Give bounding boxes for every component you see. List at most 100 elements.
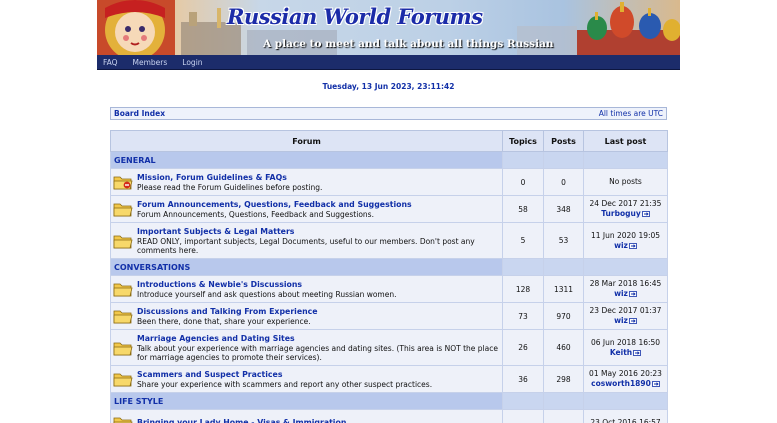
view-latest-post-icon[interactable] (641, 209, 650, 218)
posts-count: 460 (543, 329, 584, 366)
topics-count: 73 (502, 302, 544, 330)
forum-info: Introductions & Newbie's Discussions Int… (137, 280, 396, 299)
forum-title-link[interactable]: Introductions & Newbie's Discussions (137, 280, 396, 290)
forum-title-link[interactable]: Forum Announcements, Questions, Feedback… (137, 200, 412, 210)
topics-count: 36 (502, 365, 544, 393)
forum-table-body: GENERAL Mission, Forum Guidelines & FAQs… (110, 151, 668, 423)
forum-row: Scammers and Suspect Practices Share you… (110, 365, 668, 393)
nav-login-link[interactable]: Login (182, 58, 202, 67)
last-post-cell: 11 Jun 2020 19:05 wiz (583, 222, 668, 259)
category-name[interactable]: LIFE STYLE (110, 392, 503, 410)
category-name[interactable]: CONVERSATIONS (110, 258, 503, 276)
posts-count: 298 (543, 365, 584, 393)
top-navbar: FAQ Members Login (97, 55, 680, 70)
category-cell (583, 151, 668, 169)
last-post-user-link[interactable]: Keith (610, 348, 632, 357)
col-topics-header: Topics (502, 130, 544, 152)
topics-count: 5 (502, 222, 544, 259)
last-post-user-link[interactable]: wiz (614, 241, 628, 250)
last-post-date: 28 Mar 2018 16:45 (589, 279, 662, 288)
forum-cell: Bringing your Lady Home - Visas & Immigr… (110, 409, 503, 423)
last-post-cell: 24 Dec 2017 21:35 Turboguy (583, 195, 668, 223)
forum-info: Discussions and Talking From Experience … (137, 307, 318, 326)
posts-count: 970 (543, 302, 584, 330)
last-post-cell: 23 Dec 2017 01:37 wiz (583, 302, 668, 330)
view-latest-post-icon[interactable] (628, 289, 637, 298)
forum-title-link[interactable]: Discussions and Talking From Experience (137, 307, 318, 317)
view-latest-post-icon[interactable] (651, 379, 660, 388)
forum-title-link[interactable]: Scammers and Suspect Practices (137, 370, 432, 380)
last-post-user-link[interactable]: cosworth1890 (591, 379, 651, 388)
forum-info: Forum Announcements, Questions, Feedback… (137, 200, 412, 219)
category-cell (502, 151, 544, 169)
folder-icon (113, 415, 133, 423)
breadcrumb: Board Index All times are UTC (110, 107, 667, 120)
last-post-user-link[interactable]: Turboguy (601, 209, 640, 218)
last-post-date: 01 May 2016 20:23 (589, 369, 662, 378)
topics-count: 26 (502, 329, 544, 366)
nav-faq-link[interactable]: FAQ (103, 58, 118, 67)
view-latest-post-icon[interactable] (628, 241, 637, 250)
forum-row: Bringing your Lady Home - Visas & Immigr… (110, 409, 668, 423)
forum-cell: Forum Announcements, Questions, Feedback… (110, 195, 503, 223)
forum-table: Forum Topics Posts Last post GENERAL Mis… (110, 130, 668, 423)
site-banner[interactable]: Russian World Forums A place to meet and… (97, 0, 680, 55)
folder-locked-icon (113, 174, 133, 190)
folder-icon (113, 308, 133, 324)
category-row: LIFE STYLE (110, 392, 668, 410)
topics-count: 128 (502, 275, 544, 303)
forum-info: Bringing your Lady Home - Visas & Immigr… (137, 418, 346, 423)
forum-description: Talk about your experience with marriage… (137, 343, 498, 362)
site-title[interactable]: Russian World Forums (227, 4, 483, 29)
col-posts-header: Posts (543, 130, 584, 152)
forum-cell: Mission, Forum Guidelines & FAQs Please … (110, 168, 503, 196)
board-index-link[interactable]: Board Index (114, 109, 165, 118)
folder-icon (113, 201, 133, 217)
last-post-user-link[interactable]: wiz (614, 316, 628, 325)
forum-title-link[interactable]: Marriage Agencies and Dating Sites (137, 334, 502, 344)
forum-cell: Discussions and Talking From Experience … (110, 302, 503, 330)
forum-row: Marriage Agencies and Dating Sites Talk … (110, 329, 668, 366)
forum-title-link[interactable]: Mission, Forum Guidelines & FAQs (137, 173, 322, 183)
last-post-cell: 06 Jun 2018 16:50 Keith (583, 329, 668, 366)
forum-row: Important Subjects & Legal Matters READ … (110, 222, 668, 259)
posts-count (543, 409, 584, 423)
forum-info: Scammers and Suspect Practices Share you… (137, 370, 432, 389)
forum-row: Introductions & Newbie's Discussions Int… (110, 275, 668, 303)
category-row: GENERAL (110, 151, 668, 169)
view-latest-post-icon[interactable] (628, 316, 637, 325)
folder-icon (113, 233, 133, 249)
last-post-date: 23 Dec 2017 01:37 (589, 306, 662, 315)
posts-count: 53 (543, 222, 584, 259)
forum-title-link[interactable]: Bringing your Lady Home - Visas & Immigr… (137, 418, 346, 423)
timezone-label: All times are UTC (598, 109, 663, 118)
last-post-cell: No posts (583, 168, 668, 196)
forum-description: Share your experience with scammers and … (137, 379, 433, 389)
topics-count: 0 (502, 168, 544, 196)
last-post-date: 11 Jun 2020 19:05 (590, 230, 661, 240)
forum-info: Important Subjects & Legal Matters READ … (137, 227, 502, 255)
category-name[interactable]: GENERAL (110, 151, 503, 169)
last-post-date: No posts (609, 177, 642, 186)
forum-description: READ ONLY, important subjects, Legal Doc… (137, 236, 475, 255)
last-post-date: 06 Jun 2018 16:50 (590, 337, 661, 347)
forum-row: Discussions and Talking From Experience … (110, 302, 668, 330)
posts-count: 348 (543, 195, 584, 223)
nav-members-link[interactable]: Members (133, 58, 168, 67)
last-post-user-link[interactable]: wiz (614, 289, 628, 298)
posts-count: 1311 (543, 275, 584, 303)
last-post-date: 24 Dec 2017 21:35 (589, 199, 662, 208)
posts-count: 0 (543, 168, 584, 196)
folder-icon (113, 371, 133, 387)
page: Russian World Forums A place to meet and… (97, 0, 680, 423)
site-tagline: A place to meet and talk about all thing… (263, 38, 554, 50)
forum-info: Marriage Agencies and Dating Sites Talk … (137, 334, 502, 362)
view-latest-post-icon[interactable] (632, 348, 642, 357)
col-lastpost-header: Last post (583, 130, 668, 152)
forum-title-link[interactable]: Important Subjects & Legal Matters (137, 227, 502, 237)
forum-description: Introduce yourself and ask questions abo… (137, 289, 397, 299)
forum-cell: Important Subjects & Legal Matters READ … (110, 222, 503, 259)
forum-cell: Scammers and Suspect Practices Share you… (110, 365, 503, 393)
category-cell (583, 392, 668, 410)
last-post-cell: 28 Mar 2018 16:45 wiz (583, 275, 668, 303)
